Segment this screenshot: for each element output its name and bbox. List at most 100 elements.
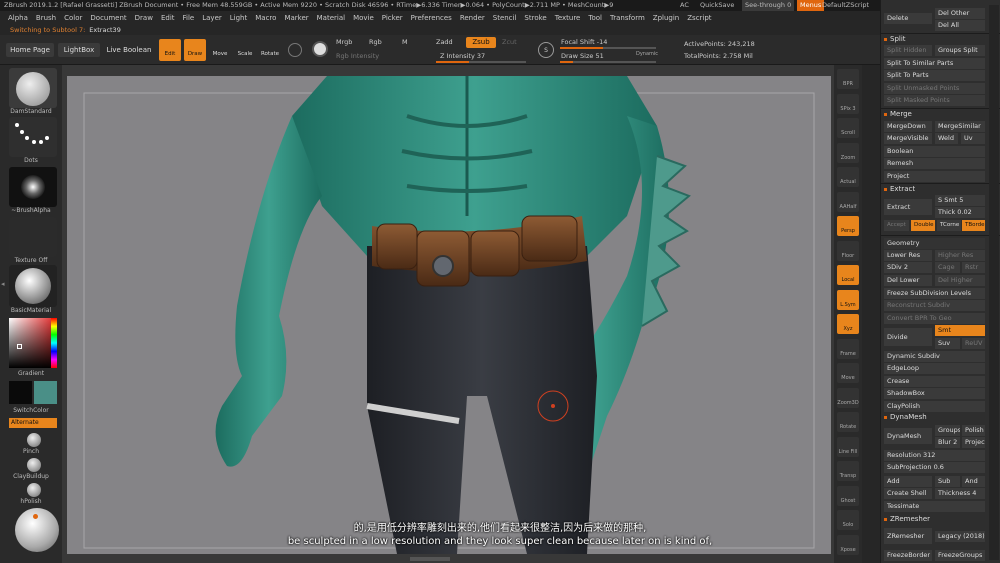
del-higher-button[interactable]: Del Higher <box>935 275 985 286</box>
dynamesh-button[interactable]: DynaMesh <box>884 428 932 444</box>
dynamesh-section-header[interactable]: DynaMesh <box>884 413 927 421</box>
menu-macro[interactable]: Macro <box>255 14 276 22</box>
shelf-xyz-button[interactable]: Xyz <box>837 314 859 334</box>
double-toggle[interactable]: Double <box>911 220 935 231</box>
see-through-slider[interactable]: See-through 0 <box>742 0 795 11</box>
split-section-header[interactable]: Split <box>884 35 906 43</box>
shelf-aahalf-button[interactable]: AAHalf <box>837 191 859 212</box>
shelf-floor-button[interactable]: Floor <box>837 240 859 261</box>
split-unmasked-button[interactable]: Split Unmasked Points <box>884 83 985 94</box>
zadd-button[interactable]: Zadd <box>436 38 453 46</box>
shadowbox-button[interactable]: ShadowBox <box>884 388 985 399</box>
shelf-persp-button[interactable]: Persp <box>837 216 859 236</box>
mrgb-button[interactable]: Mrgb <box>336 38 352 46</box>
create-shell-button[interactable]: Create Shell <box>884 488 932 499</box>
rstr-button[interactable]: Rstr <box>962 262 985 273</box>
shelf-frame-button[interactable]: Frame <box>837 338 859 359</box>
scale-button[interactable]: Scale <box>234 39 256 61</box>
menu-file[interactable]: File <box>183 14 195 22</box>
shelf-zoom3d-button[interactable]: Zoom3D <box>837 387 859 408</box>
extract-section-header[interactable]: Extract <box>884 185 915 193</box>
uv-button[interactable]: Uv <box>961 133 985 144</box>
freeze-subdivision-button[interactable]: Freeze SubDivision Levels <box>884 288 985 299</box>
add-button[interactable]: Add <box>884 476 932 487</box>
suv-toggle[interactable]: Suv <box>935 338 960 349</box>
reconstruct-subdiv-button[interactable]: Reconstruct Subdiv <box>884 300 985 311</box>
tborde-toggle[interactable]: TBorde <box>962 220 985 231</box>
m-button[interactable]: M <box>402 38 408 46</box>
menus-button[interactable]: Menus <box>797 0 825 11</box>
menu-marker[interactable]: Marker <box>284 14 308 22</box>
quicksave-button[interactable]: QuickSave <box>700 0 734 11</box>
groups-toggle[interactable]: Groups <box>935 425 960 436</box>
menu-preferences[interactable]: Preferences <box>411 14 452 22</box>
convert-bpr-button[interactable]: Convert BPR To Geo <box>884 313 985 324</box>
lower-res-button[interactable]: Lower Res <box>884 250 932 261</box>
del-all-button[interactable]: Del All <box>935 20 985 31</box>
rgb-button[interactable]: Rgb <box>369 38 382 46</box>
menu-tool[interactable]: Tool <box>588 14 602 22</box>
del-lower-button[interactable]: Del Lower <box>884 275 932 286</box>
alternate-button[interactable]: Alternate <box>9 418 57 428</box>
smt-toggle[interactable]: Smt <box>935 325 985 336</box>
menu-color[interactable]: Color <box>64 14 82 22</box>
shelf-l-sym-button[interactable]: L.Sym <box>837 289 859 310</box>
shelf-spix-3-button[interactable]: SPix 3 <box>837 93 859 114</box>
del-other-button[interactable]: Del Other <box>935 8 985 19</box>
z-intensity-slider[interactable]: Z Intensity 37 <box>440 52 485 60</box>
color-picker-cursor[interactable] <box>17 344 22 349</box>
menu-draw[interactable]: Draw <box>135 14 153 22</box>
shelf-zoom-button[interactable]: Zoom <box>837 142 859 163</box>
zsub-button[interactable]: Zsub <box>466 37 496 48</box>
claybuildup-brush-icon[interactable] <box>27 458 41 472</box>
menu-layer[interactable]: Layer <box>202 14 222 22</box>
higher-res-button[interactable]: Higher Res <box>935 250 985 261</box>
merge-similar-button[interactable]: MergeSimilar <box>935 121 985 132</box>
home-page-button[interactable]: Home Page <box>6 43 54 57</box>
delete-button[interactable]: Delete <box>884 13 932 24</box>
menu-render[interactable]: Render <box>460 14 485 22</box>
merge-visible-button[interactable]: MergeVisible <box>884 133 932 144</box>
pinch-brush-icon[interactable] <box>27 433 41 447</box>
shelf-ghost-button[interactable]: Ghost <box>837 485 859 506</box>
accept-button[interactable]: Accept <box>884 220 909 231</box>
shelf-actual-button[interactable]: Actual <box>837 167 859 187</box>
lightbox-button[interactable]: LightBox <box>58 43 100 57</box>
menu-material[interactable]: Material <box>317 14 345 22</box>
draw-size-slider[interactable]: Draw Size 51 <box>561 52 604 60</box>
crease-button[interactable]: Crease <box>884 376 985 387</box>
focal-shift-bar[interactable] <box>560 47 656 49</box>
split-hidden-button[interactable]: Split Hidden <box>884 45 932 56</box>
shelf-rotate-button[interactable]: Rotate <box>837 412 859 432</box>
rotate-button[interactable]: Rotate <box>259 39 281 61</box>
claypolish-button[interactable]: ClayPolish <box>884 401 985 412</box>
split-parts-button[interactable]: Split To Parts <box>884 70 985 81</box>
remesh-button[interactable]: Remesh <box>884 158 985 169</box>
stroke-thumbnail[interactable] <box>9 117 57 157</box>
s-icon[interactable]: S <box>538 42 554 58</box>
hue-bar[interactable] <box>51 318 57 368</box>
subprojection-slider[interactable]: SubProjection 0.6 <box>884 462 985 473</box>
menu-alpha[interactable]: Alpha <box>8 14 28 22</box>
sculpt-model[interactable] <box>67 76 831 554</box>
shelf-scroll-button[interactable]: Scroll <box>837 118 859 138</box>
merge-down-button[interactable]: MergeDown <box>884 121 932 132</box>
freeze-groups-toggle[interactable]: FreezeGroups <box>935 550 985 561</box>
freeze-border-toggle[interactable]: FreezeBorder <box>884 550 932 561</box>
sphere-icon[interactable] <box>288 43 302 57</box>
boolean-button[interactable]: Boolean <box>884 146 985 157</box>
shelf-local-button[interactable]: Local <box>837 265 859 285</box>
shelf-bpr-button[interactable]: BPR <box>837 69 859 89</box>
menu-stroke[interactable]: Stroke <box>524 14 546 22</box>
switch-color-button[interactable]: SwitchColor <box>0 407 62 414</box>
edgeloop-button[interactable]: EdgeLoop <box>884 363 985 374</box>
color-picker[interactable] <box>9 318 57 368</box>
sub-button[interactable]: Sub <box>935 476 960 487</box>
z-intensity-bar[interactable] <box>436 61 526 63</box>
project-button[interactable]: Project <box>884 171 985 182</box>
focal-shift-slider[interactable]: Focal Shift -14 <box>561 38 607 46</box>
cage-button[interactable]: Cage <box>935 262 960 273</box>
menu-brush[interactable]: Brush <box>36 14 56 22</box>
thickness-slider[interactable]: Thickness 4 <box>935 488 985 499</box>
menu-movie[interactable]: Movie <box>353 14 374 22</box>
